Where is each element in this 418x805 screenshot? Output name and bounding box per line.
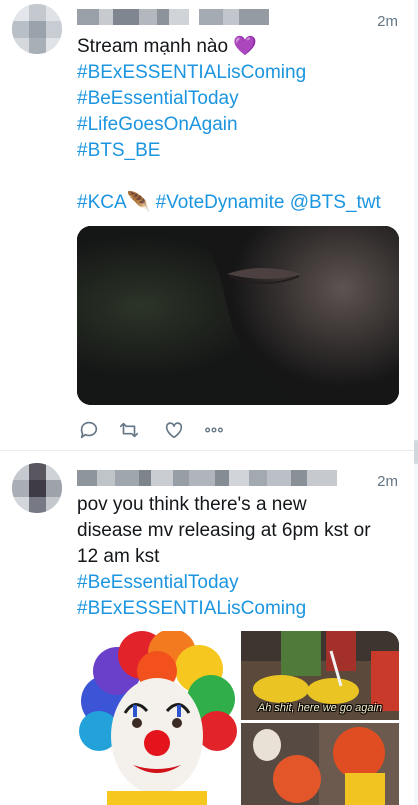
tweet-2[interactable]: 2m pov you think there's a new disease m… [0,450,418,805]
tweet-line: pov you think there's a new [77,494,307,515]
tweet-line: Stream mạnh nào 💜 [77,36,257,57]
display-name-blurred[interactable] [77,9,269,25]
tweet-line: 12 am kst [77,546,160,567]
hashtag-link[interactable]: #BExESSENTIALisComing [77,60,381,86]
hashtag-link[interactable]: #KCA🪶 #VoteDynamite @BTS_twt [77,190,381,216]
tweet-actions [77,418,257,444]
scrollbar-thumb[interactable] [414,440,418,464]
meme-caption: Ah shit, here we go again [257,702,383,714]
like-icon[interactable] [162,418,186,442]
dark-photo-image [77,226,399,405]
hashtag-link[interactable]: #BExESSENTIALisComing [77,596,371,622]
tweet-timestamp[interactable]: 2m [377,473,398,490]
tweet-media-hair-image[interactable] [241,723,399,805]
scrollbar-track[interactable] [414,0,418,805]
hashtag-link[interactable]: #LifeGoesOnAgain [77,112,381,138]
hashtag-link[interactable]: #BeEssentialToday [77,570,371,596]
tweet-media-clown-image[interactable] [77,631,238,805]
tweet-media-shoes-image[interactable]: Ah shit, here we go again [241,631,399,720]
tweet-line: disease mv releasing at 6pm kst or [77,520,371,541]
tweet-media-photo[interactable] [77,226,399,405]
more-icon[interactable] [202,418,226,442]
tweet-timestamp[interactable]: 2m [377,13,398,30]
tweet-text: Stream mạnh nào 💜 #BExESSENTIALisComing … [77,34,381,216]
hashtag-link[interactable]: #BTS_BE [77,138,381,164]
display-name-blurred[interactable] [77,470,337,486]
clown-illustration [77,631,238,805]
retweet-icon[interactable] [117,418,141,442]
hashtag-link[interactable]: #BeEssentialToday [77,86,381,112]
avatar[interactable] [12,4,62,54]
reply-icon[interactable] [77,418,101,442]
tweet-text: pov you think there's a new disease mv r… [77,492,371,622]
avatar[interactable] [12,463,62,513]
clown-hair-illustration [241,723,399,805]
tweet-1[interactable]: 2m Stream mạnh nào 💜 #BExESSENTIALisComi… [0,0,418,450]
